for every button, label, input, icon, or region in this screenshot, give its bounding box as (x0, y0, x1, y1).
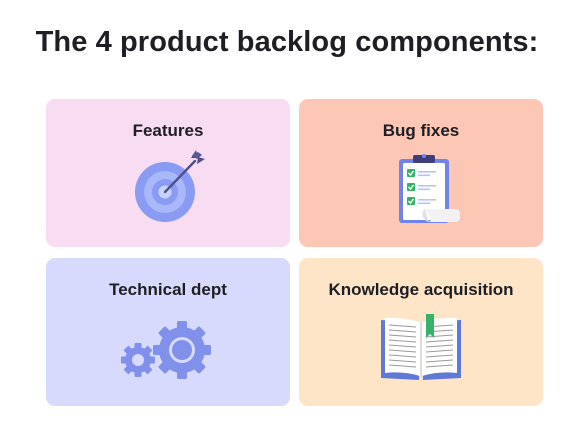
card-technical-dept: Technical dept (46, 258, 290, 406)
card-title: Bug fixes (382, 121, 460, 140)
card-title: Knowledge acquisition (328, 280, 514, 299)
card-bug-fixes: Bug fixes (299, 99, 543, 247)
checklist-clipboard-icon (399, 154, 460, 223)
target-icon (135, 150, 205, 222)
card-knowledge-acquisition: Knowledge acquisition (299, 258, 543, 406)
page-title: The 4 product backlog components: (35, 26, 539, 58)
gears-icon (121, 321, 211, 379)
card-title: Features (132, 121, 204, 140)
card-features: Features (46, 99, 290, 247)
open-book-icon (381, 314, 461, 380)
card-title: Technical dept (109, 280, 227, 299)
